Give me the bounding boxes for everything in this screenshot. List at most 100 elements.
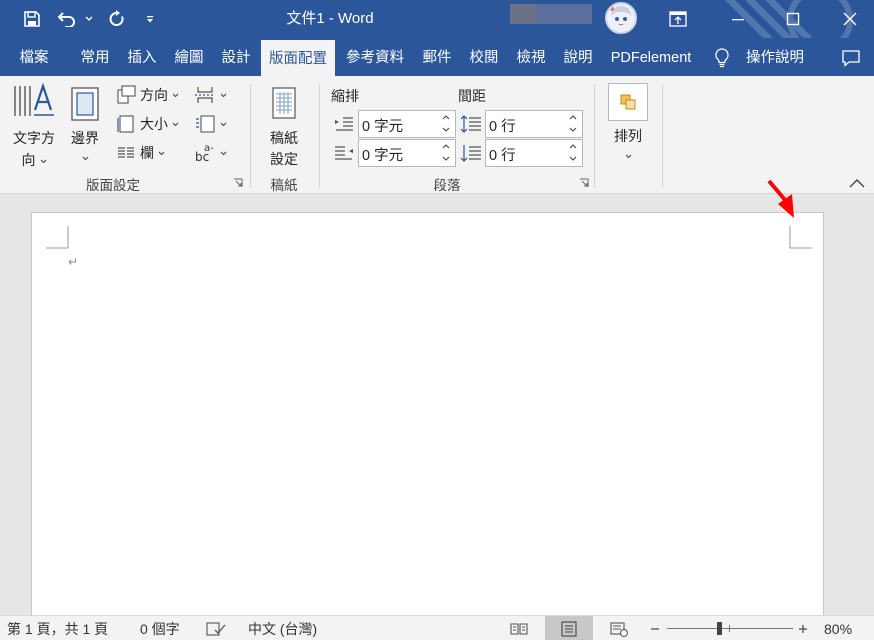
indent-left-input[interactable]: 0 字元 [358, 110, 456, 138]
arrange-button[interactable]: 排列 [608, 126, 648, 162]
chevron-down-icon [82, 156, 88, 161]
spin-up-icon[interactable] [567, 141, 579, 153]
blurred-account-name-2 [536, 4, 592, 24]
spin-up-icon[interactable] [440, 112, 452, 124]
ribbon-tab-bar: 檔案 常用 插入 繪圖 設計 版面配置 參考資料 郵件 校閱 檢視 說明 PDF… [0, 38, 874, 76]
spin-up-icon[interactable] [440, 141, 452, 153]
zoom-in-button[interactable] [794, 616, 812, 640]
minimize-icon[interactable] [714, 0, 762, 38]
chevron-down-icon [172, 93, 179, 97]
customize-quick-access-icon[interactable] [140, 0, 160, 38]
zoom-slider[interactable] [667, 628, 793, 629]
spacing-before-input[interactable]: 0 行 [485, 110, 583, 138]
svg-text:a-: a- [204, 143, 214, 154]
zoom-level[interactable]: 80% [824, 616, 852, 640]
group-divider [662, 84, 663, 188]
arrange-icon[interactable] [608, 83, 648, 121]
title-bar: 文件1 - Word [0, 0, 874, 38]
tab-layout[interactable]: 版面配置 [261, 40, 335, 76]
avatar[interactable] [605, 2, 637, 34]
maximize-icon[interactable] [769, 0, 817, 38]
text-direction-button[interactable]: 文字方 向 [9, 128, 59, 170]
page-setup-dialog-launcher-icon[interactable] [233, 178, 243, 188]
spacing-after-icon [460, 143, 482, 166]
web-layout-icon[interactable] [606, 616, 632, 640]
breaks-icon [195, 87, 215, 103]
line-numbers-icon [196, 115, 215, 133]
spacing-label: 間距 [458, 88, 486, 104]
spin-down-icon[interactable] [440, 153, 452, 165]
proofing-icon[interactable] [204, 616, 228, 640]
save-icon[interactable] [18, 0, 46, 38]
indent-left-icon [334, 116, 354, 135]
group-label-manuscript: 稿紙 [270, 178, 298, 193]
manuscript-icon[interactable] [270, 86, 298, 122]
paragraph-mark: ↵ [68, 255, 79, 269]
page-count[interactable]: 第 1 頁，共 1 頁 [7, 616, 108, 640]
indent-right-icon [334, 145, 354, 164]
group-label-paragraph: 段落 [433, 178, 461, 193]
breaks-button[interactable] [194, 84, 227, 106]
tab-view[interactable]: 檢視 [510, 38, 552, 76]
comments-icon[interactable] [834, 38, 868, 76]
spin-down-icon[interactable] [567, 124, 579, 136]
line-numbers-button[interactable] [194, 113, 227, 135]
lightbulb-icon[interactable] [708, 38, 736, 76]
text-direction-icon[interactable] [10, 82, 56, 116]
undo-icon[interactable] [54, 0, 80, 38]
language-status[interactable]: 中文 (台灣) [248, 616, 317, 640]
indent-label: 縮排 [331, 88, 359, 104]
tell-me-search[interactable]: 操作說明 [740, 38, 810, 76]
tab-home[interactable]: 常用 [74, 38, 116, 76]
tab-file[interactable]: 檔案 [6, 38, 62, 76]
hyphenation-button[interactable]: bc a- [194, 142, 227, 164]
tab-pdfelement[interactable]: PDFelement [603, 38, 699, 76]
read-mode-icon[interactable] [506, 616, 532, 640]
status-bar: 第 1 頁，共 1 頁 0 個字 中文 (台灣) 80% [0, 615, 874, 640]
hyphenation-icon: bca- [195, 143, 214, 164]
document-title: 文件1 - Word [286, 10, 374, 27]
tab-help[interactable]: 說明 [557, 38, 599, 76]
print-layout-icon[interactable] [545, 616, 593, 640]
orientation-icon [117, 85, 136, 104]
size-button[interactable]: 大小 [116, 113, 179, 135]
zoom-out-button[interactable] [646, 616, 664, 640]
paragraph-dialog-launcher-icon[interactable] [579, 178, 589, 188]
zoom-slider-thumb[interactable] [717, 622, 723, 635]
tab-draw[interactable]: 繪圖 [168, 38, 210, 76]
orientation-button[interactable]: 方向 [116, 84, 179, 106]
columns-button[interactable]: 欄 [116, 142, 165, 164]
tab-review[interactable]: 校閱 [463, 38, 505, 76]
group-divider [594, 84, 595, 188]
size-icon [117, 115, 134, 133]
spin-down-icon[interactable] [440, 124, 452, 136]
spin-up-icon[interactable] [567, 112, 579, 124]
columns-icon [118, 147, 134, 158]
document-area: ↵ [0, 194, 874, 615]
margins-button[interactable]: 邊界 [70, 128, 100, 164]
document-page[interactable]: ↵ [31, 212, 824, 615]
collapse-ribbon-icon[interactable] [848, 176, 866, 192]
chevron-down-icon [172, 122, 179, 126]
tab-references[interactable]: 參考資料 [340, 38, 410, 76]
margin-corner-mark-top-left [46, 226, 69, 249]
group-label-page-setup: 版面設定 [86, 178, 140, 193]
chevron-down-icon [158, 151, 165, 155]
chevron-down-icon [625, 154, 631, 159]
tab-design[interactable]: 設計 [215, 38, 257, 76]
ribbon-display-options-icon[interactable] [654, 0, 702, 38]
redo-icon[interactable] [104, 0, 130, 38]
spin-down-icon[interactable] [567, 153, 579, 165]
undo-dropdown-icon[interactable] [82, 0, 96, 38]
chevron-down-icon [220, 151, 227, 155]
margins-icon[interactable] [70, 86, 100, 122]
close-icon[interactable] [826, 0, 874, 38]
manuscript-settings-button[interactable]: 稿紙 設定 [266, 128, 302, 169]
spacing-after-input[interactable]: 0 行 [485, 139, 583, 167]
word-count[interactable]: 0 個字 [140, 616, 180, 640]
blurred-account-name [510, 4, 536, 24]
ribbon-layout: 文字方 向 邊界 方向 大小 欄 bc a- 版面設定 稿紙 設定 稿紙 縮排 … [0, 76, 874, 194]
indent-right-input[interactable]: 0 字元 [358, 139, 456, 167]
tab-mailings[interactable]: 郵件 [416, 38, 458, 76]
tab-insert[interactable]: 插入 [121, 38, 163, 76]
